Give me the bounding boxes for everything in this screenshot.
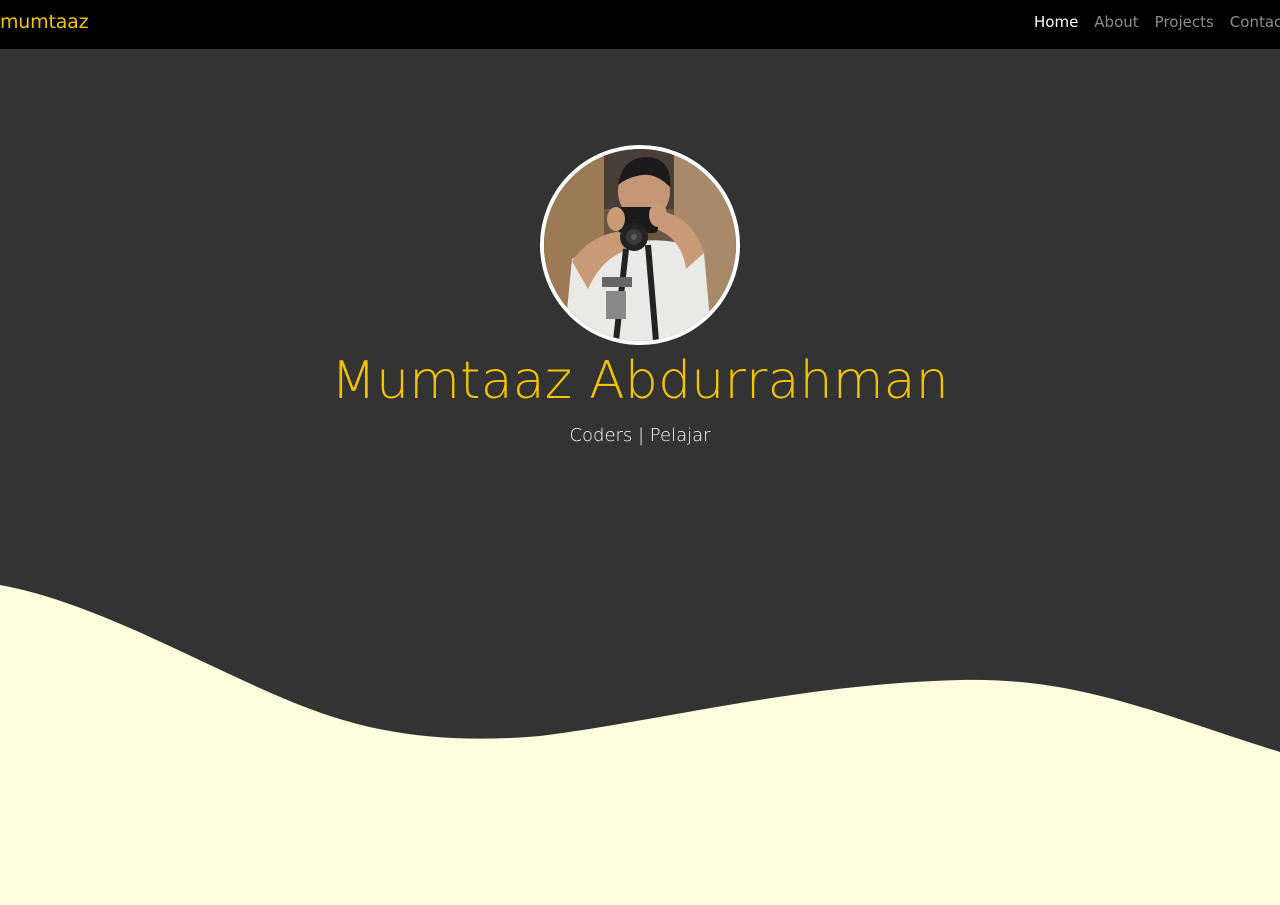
navbar: mumtaaz Home About Projects Contact bbox=[0, 0, 1280, 49]
nav-link-about[interactable]: About bbox=[1094, 12, 1138, 32]
nav-links: Home About Projects Contact bbox=[1034, 12, 1280, 32]
nav-link-projects[interactable]: Projects bbox=[1155, 12, 1214, 32]
nav-link-contact[interactable]: Contact bbox=[1230, 12, 1280, 32]
nav-link-home[interactable]: Home bbox=[1034, 12, 1078, 32]
brand-link[interactable]: mumtaaz bbox=[0, 10, 89, 34]
wave-divider bbox=[0, 585, 1280, 905]
